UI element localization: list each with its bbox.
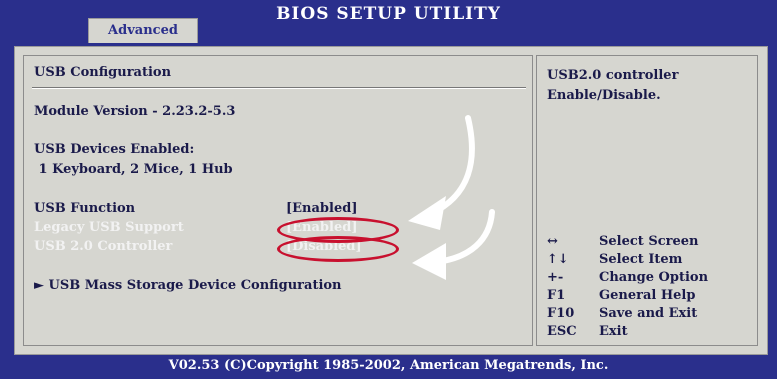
annotation-arrows — [408, 115, 495, 280]
footer-copyright: V02.53 (C)Copyright 1985-2002, American … — [168, 358, 609, 373]
arrow-to-legacy-icon — [427, 115, 475, 217]
